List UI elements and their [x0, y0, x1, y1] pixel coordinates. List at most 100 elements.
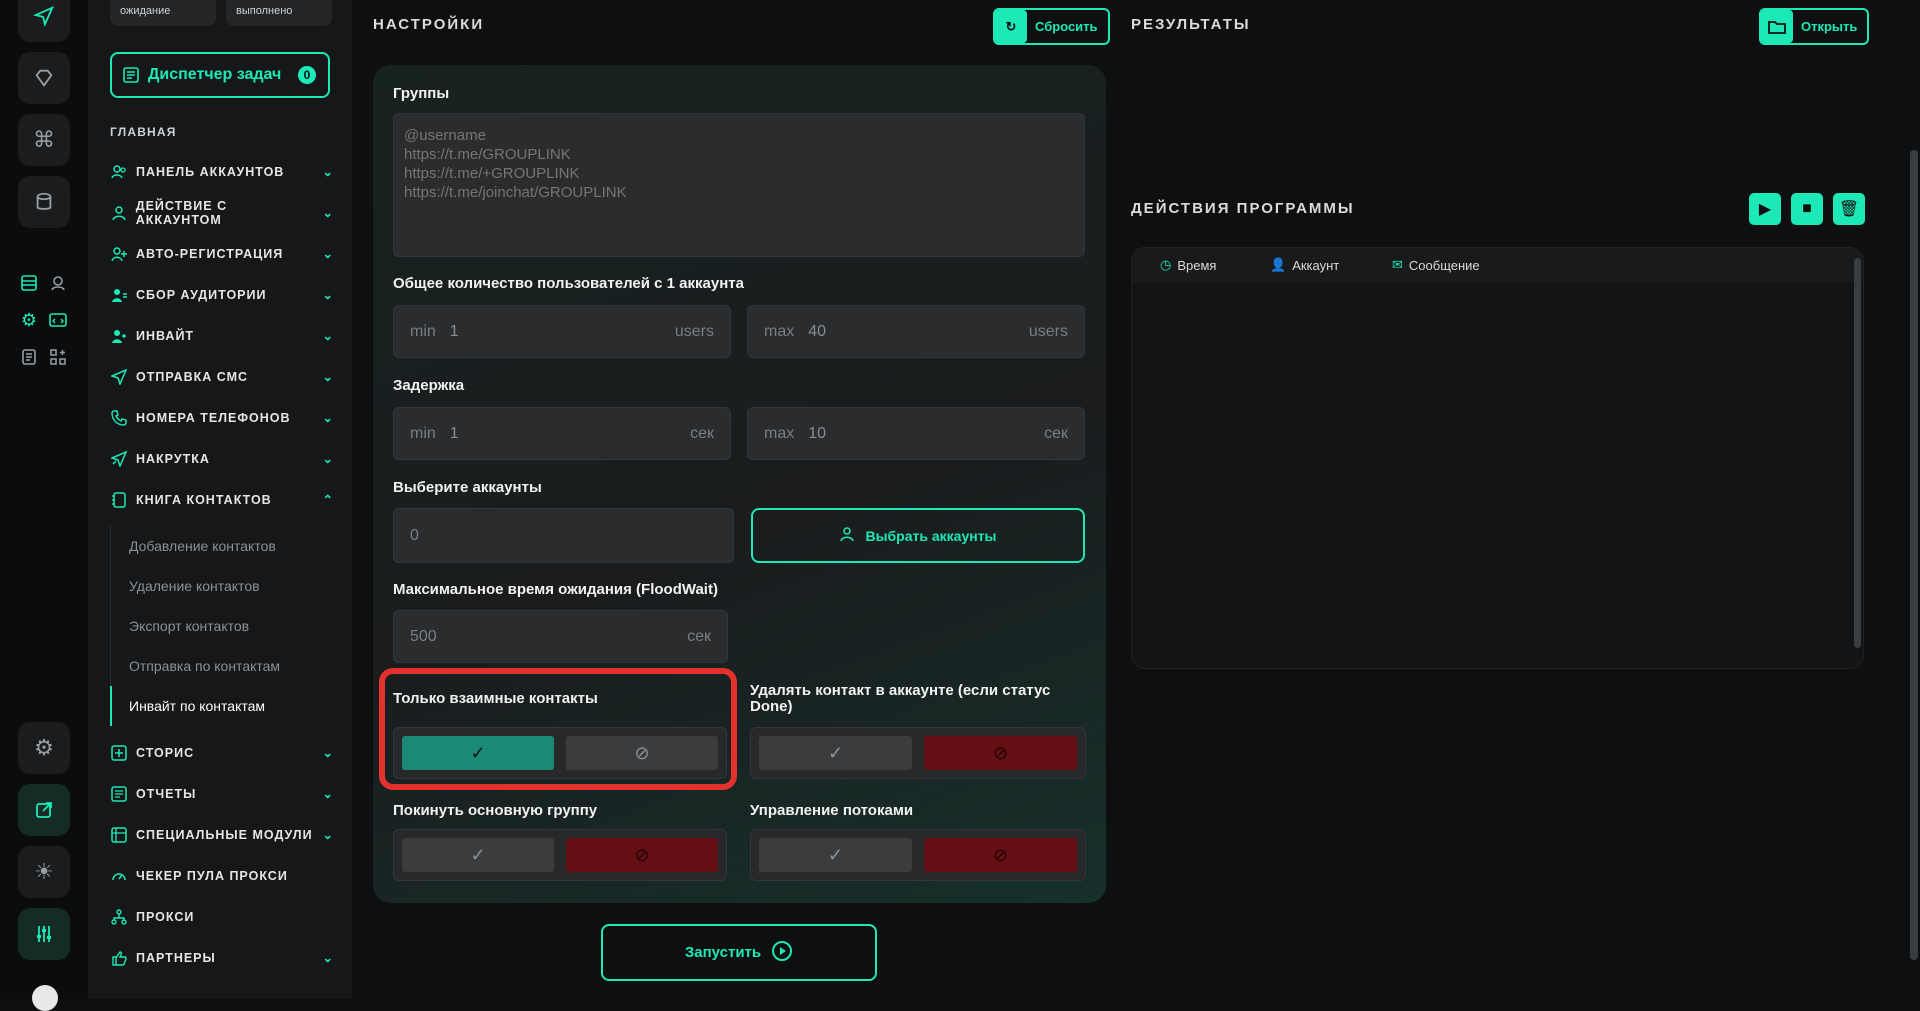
stop-icon: ■ [1802, 200, 1812, 217]
threads-label: Управление потоками [750, 802, 914, 819]
sidebar-item-label: ОТПРАВКА СМС [136, 369, 249, 384]
users-min-input[interactable]: min 1 users [393, 305, 731, 358]
user-pin-icon[interactable] [47, 272, 69, 294]
sidebar-item-label: НОМЕРА ТЕЛЕФОНОВ [136, 410, 291, 425]
groups-label: Группы [393, 85, 450, 102]
disabled-icon[interactable]: ⊘ [924, 838, 1077, 872]
disabled-icon[interactable]: ⊘ [924, 736, 1077, 770]
sidebar-item-proxy-checker[interactable]: ЧЕКЕР ПУЛА ПРОКСИ [110, 855, 334, 896]
delete-contact-toggle[interactable]: ✓ ⊘ [750, 727, 1086, 779]
reset-label: Сбросить [1035, 19, 1098, 34]
delay-min-input[interactable]: min 1 сек [393, 407, 731, 460]
sidebar-item-stories[interactable]: СТОРИС ⌄ [110, 732, 334, 773]
log-scrollbar[interactable] [1854, 258, 1861, 648]
chevron-up-icon: ⌃ [322, 493, 334, 507]
run-label: Запустить [684, 944, 762, 961]
sidebar-item-special-modules[interactable]: СПЕЦИАЛЬНЫЕ МОДУЛИ ⌄ [110, 814, 334, 855]
sidebar-item-phones[interactable]: НОМЕРА ТЕЛЕФОНОВ ⌄ [110, 397, 334, 438]
sun-icon: ☀ [34, 859, 54, 884]
check-icon[interactable]: ✓ [402, 838, 554, 872]
submenu-invite-contacts[interactable]: Инвайт по контактам [110, 686, 334, 726]
sidebar-item-sms[interactable]: ОТПРАВКА СМС ⌄ [110, 356, 334, 397]
code-window-icon[interactable] [47, 309, 69, 331]
external-nav-button[interactable] [18, 784, 70, 836]
floodwait-input[interactable]: 500 сек [393, 610, 728, 663]
play-button[interactable]: ▶ [1749, 193, 1781, 225]
sidebar-item-reports[interactable]: ОТЧЕТЫ ⌄ [110, 773, 334, 814]
accounts-count-input[interactable]: 0 [393, 508, 734, 563]
col-account-label: Аккаунт [1292, 257, 1340, 273]
submenu-add-contacts[interactable]: Добавление контактов [121, 526, 334, 566]
sidebar-item-invite[interactable]: ИНВАЙТ ⌄ [110, 315, 334, 356]
col-message[interactable]: ✉ Сообщение [1392, 257, 1480, 273]
command-nav-button[interactable]: ⌘ [18, 114, 70, 166]
users-count-label: Общее количество пользователей с 1 аккау… [393, 275, 744, 292]
highlight-box [379, 668, 737, 790]
threads-toggle[interactable]: ✓ ⊘ [750, 829, 1086, 881]
col-account[interactable]: 👤 Аккаунт [1270, 257, 1392, 273]
user-icon [839, 526, 855, 545]
settings-nav-button[interactable]: ⚙ [18, 722, 70, 774]
sidebar-item-account-action[interactable]: ДЕЙСТВИЕ С АККАУНТОМ ⌄ [110, 192, 334, 233]
user-plus-icon [110, 245, 128, 263]
stop-button[interactable]: ■ [1791, 193, 1823, 225]
submenu-export-contacts[interactable]: Экспорт контактов [121, 606, 334, 646]
chevron-down-icon: ⌄ [322, 329, 334, 343]
sidebar-item-audience[interactable]: СБОР АУДИТОРИИ ⌄ [110, 274, 334, 315]
send-nav-button[interactable] [18, 0, 70, 42]
sec-unit: сек [1044, 424, 1068, 442]
sidebar-item-auto-registration[interactable]: АВТО-РЕГИСТРАЦИЯ ⌄ [110, 233, 334, 274]
sidebar-item-label: ПАНЕЛЬ АККАУНТОВ [136, 164, 285, 179]
users-unit: users [1028, 322, 1068, 340]
database-nav-button[interactable] [18, 176, 70, 228]
grid-plus-icon[interactable] [47, 346, 69, 368]
reset-button[interactable]: ↻ Сбросить [993, 8, 1110, 45]
module-icon [110, 826, 128, 844]
users-unit: users [674, 322, 714, 340]
min-prefix: min [410, 322, 436, 340]
page-scrollbar[interactable] [1910, 150, 1918, 960]
users-max-input[interactable]: max 40 users [747, 305, 1085, 358]
chevron-down-icon: ⌄ [322, 288, 334, 302]
col-time[interactable]: ◷ Время [1160, 257, 1270, 273]
open-button[interactable]: Открыть [1759, 8, 1870, 45]
gear-small-icon[interactable]: ⚙ [18, 309, 40, 331]
task-manager-button[interactable]: Диспетчер задач 0 [110, 52, 330, 98]
sidebar-nav: ПАНЕЛЬ АККАУНТОВ ⌄ ДЕЙСТВИЕ С АККАУНТОМ … [110, 151, 334, 978]
floodwait-value: 500 [410, 627, 437, 645]
delay-max-input[interactable]: max 10 сек [747, 407, 1085, 460]
doc-list-icon[interactable] [18, 346, 40, 368]
sidebar-item-accounts-panel[interactable]: ПАНЕЛЬ АККАУНТОВ ⌄ [110, 151, 334, 192]
users-max-value: 40 [808, 322, 827, 340]
status-pill-waiting[interactable]: ожидание [110, 0, 216, 26]
sidebar-item-boost[interactable]: НАКРУТКА ⌄ [110, 438, 334, 479]
select-accounts-button[interactable]: Выбрать аккаунты [751, 508, 1085, 563]
leave-group-toggle[interactable]: ✓ ⊘ [393, 829, 727, 881]
submenu-send-contacts[interactable]: Отправка по контактам [121, 646, 334, 686]
disabled-icon[interactable]: ⊘ [566, 838, 718, 872]
folder-icon [1761, 10, 1793, 43]
sidebar-item-proxy[interactable]: ПРОКСИ [110, 896, 334, 937]
check-icon[interactable]: ✓ [759, 736, 912, 770]
sidebar-item-contact-book[interactable]: КНИГА КОНТАКТОВ ⌃ [110, 479, 334, 520]
external-link-icon [36, 802, 52, 818]
user-add-icon [110, 327, 128, 345]
task-count-badge: 0 [298, 66, 316, 84]
max-prefix: max [764, 424, 795, 442]
sidebar-item-partners[interactable]: ПАРТНЕРЫ ⌄ [110, 937, 334, 978]
gear-icon: ⚙ [34, 735, 54, 760]
avatar[interactable] [32, 985, 58, 1011]
chevron-down-icon: ⌄ [322, 828, 334, 842]
theme-nav-button[interactable]: ☀ [18, 846, 70, 898]
check-icon[interactable]: ✓ [759, 838, 912, 872]
phone-icon [110, 409, 128, 427]
run-button[interactable]: Запустить [601, 924, 877, 981]
sliders-nav-button[interactable] [18, 908, 70, 960]
table-icon[interactable] [18, 272, 40, 294]
status-pill-done[interactable]: выполнено [226, 0, 332, 26]
diamond-nav-button[interactable] [18, 52, 70, 104]
clear-button[interactable]: 🗑 [1833, 193, 1865, 225]
groups-textarea[interactable] [393, 113, 1085, 257]
section-main-label: ГЛАВНАЯ [110, 125, 177, 139]
submenu-delete-contacts[interactable]: Удаление контактов [121, 566, 334, 606]
